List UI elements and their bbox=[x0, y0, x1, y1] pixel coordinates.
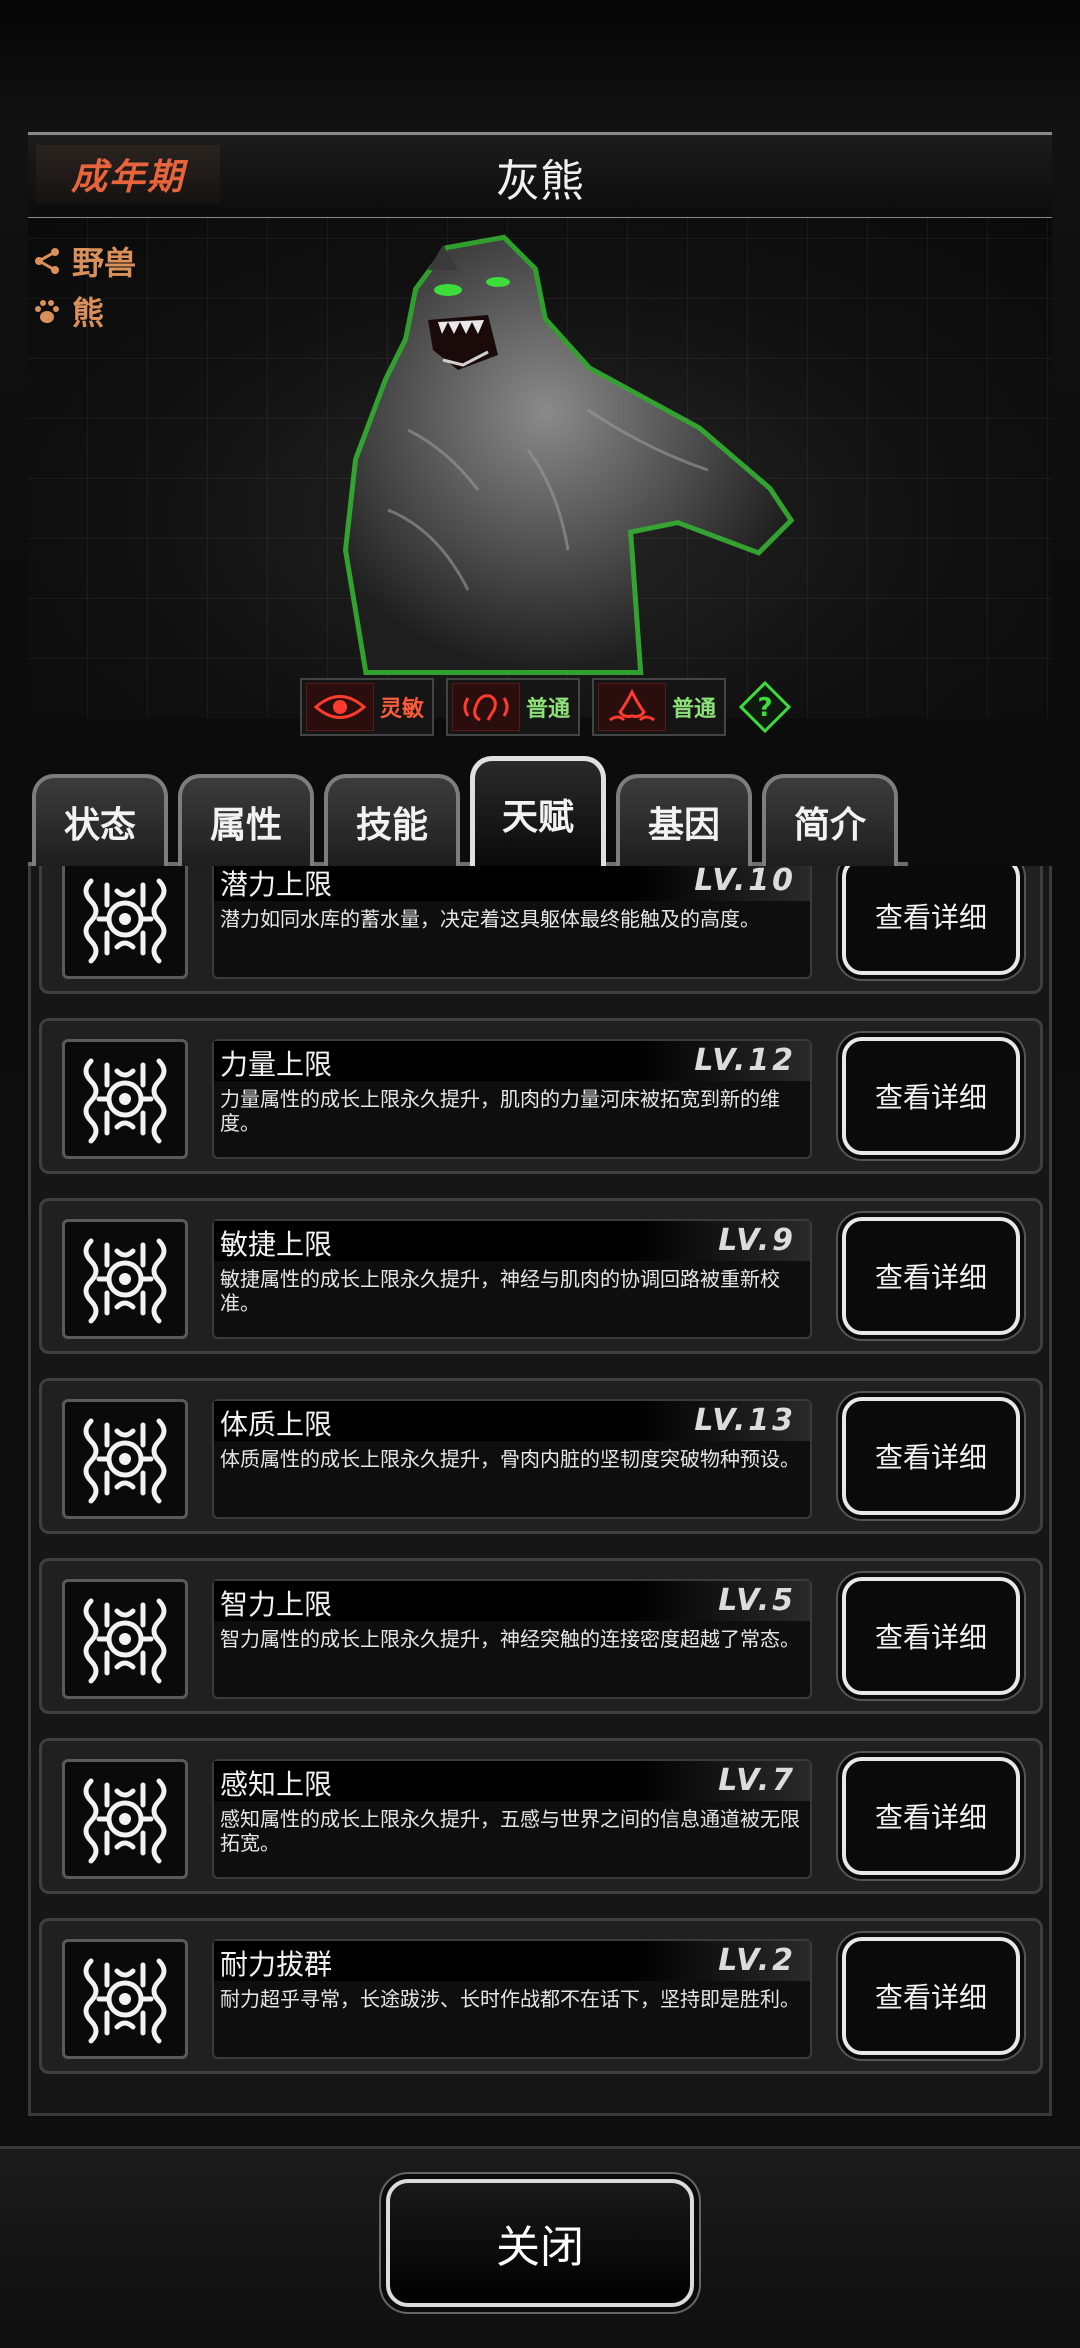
svg-text:?: ? bbox=[758, 693, 773, 723]
talent-rune-icon bbox=[62, 1039, 188, 1159]
footer-bar: 关闭 bbox=[0, 2146, 1080, 2348]
talent-info: 感知上限 LV.7 感知属性的成长上限永久提升，五感与世界之间的信息通道被无限拓… bbox=[212, 1759, 812, 1879]
tag-species: 熊 bbox=[32, 288, 104, 334]
talent-name: 潜力上限 bbox=[220, 868, 333, 901]
talent-info: 智力上限 LV.5 智力属性的成长上限永久提升，神经突触的连接密度超越了常态。 bbox=[212, 1579, 812, 1699]
talent-description: 体质属性的成长上限永久提升，骨肉内脏的坚韧度突破物种预设。 bbox=[220, 1447, 800, 1471]
talent-list: 潜力上限 LV.10 潜力如同水库的蓄水量，决定着这具躯体最终能触及的高度。 查… bbox=[39, 866, 1043, 2098]
talent-name: 感知上限 bbox=[220, 1768, 333, 1801]
talent-description: 敏捷属性的成长上限永久提升，神经与肌肉的协调回路被重新校准。 bbox=[220, 1267, 780, 1315]
talent-info: 敏捷上限 LV.9 敏捷属性的成长上限永久提升，神经与肌肉的协调回路被重新校准。 bbox=[212, 1219, 812, 1339]
talent-level: LV.5 bbox=[718, 1583, 796, 1618]
tab-bar: 状态 属性 技能 天赋 基因 简介 bbox=[28, 756, 1052, 866]
talent-rune-icon bbox=[62, 1759, 188, 1879]
sense-level: 普通 bbox=[526, 697, 571, 722]
eye-icon bbox=[306, 683, 374, 731]
talent-info: 力量上限 LV.12 力量属性的成长上限永久提升，肌肉的力量河床被拓宽到新的维度… bbox=[212, 1039, 812, 1159]
talent-rune-icon bbox=[62, 866, 188, 979]
talent-name: 智力上限 bbox=[220, 1588, 333, 1621]
talent-level: LV.7 bbox=[718, 1763, 796, 1798]
talent-description: 力量属性的成长上限永久提升，肌肉的力量河床被拓宽到新的维度。 bbox=[220, 1087, 780, 1135]
view-details-button[interactable]: 查看详细 bbox=[842, 1397, 1020, 1515]
view-details-button[interactable]: 查看详细 bbox=[842, 1217, 1020, 1335]
talent-description: 感知属性的成长上限永久提升，五感与世界之间的信息通道被无限拓宽。 bbox=[220, 1807, 800, 1855]
talent-item: 感知上限 LV.7 感知属性的成长上限永久提升，五感与世界之间的信息通道被无限拓… bbox=[39, 1738, 1043, 1894]
sense-smell[interactable]: 普通 bbox=[592, 678, 727, 736]
sense-hearing[interactable]: 普通 bbox=[446, 678, 581, 736]
tag-label: 熊 bbox=[72, 294, 105, 332]
talent-name: 体质上限 bbox=[220, 1408, 333, 1441]
tag-category: 野兽 bbox=[32, 238, 136, 284]
header-bar: 成年期 灰熊 bbox=[28, 132, 1052, 220]
tab-profile[interactable]: 简介 bbox=[762, 774, 898, 866]
talent-name: 敏捷上限 bbox=[220, 1228, 333, 1261]
tab-skills[interactable]: 技能 bbox=[324, 774, 460, 866]
creature-name: 灰熊 bbox=[496, 156, 584, 207]
talent-rune-icon bbox=[62, 1939, 188, 2059]
talent-rune-icon bbox=[62, 1399, 188, 1519]
talent-level: LV.2 bbox=[718, 1943, 796, 1978]
tab-talents[interactable]: 天赋 bbox=[470, 756, 606, 866]
grizzly-bear-image bbox=[342, 234, 795, 675]
talent-info: 体质上限 LV.13 体质属性的成长上限永久提升，骨肉内脏的坚韧度突破物种预设。 bbox=[212, 1399, 812, 1519]
talent-rune-icon bbox=[62, 1219, 188, 1339]
talent-description: 智力属性的成长上限永久提升，神经突触的连接密度超越了常态。 bbox=[220, 1627, 800, 1651]
branch-icon bbox=[35, 248, 59, 274]
tab-attributes[interactable]: 属性 bbox=[178, 774, 314, 866]
talent-description: 潜力如同水库的蓄水量，决定着这具躯体最终能触及的高度。 bbox=[220, 907, 760, 931]
talent-item: 智力上限 LV.5 智力属性的成长上限永久提升，神经突触的连接密度超越了常态。 … bbox=[39, 1558, 1043, 1714]
close-button[interactable]: 关闭 bbox=[386, 2179, 694, 2307]
talent-rune-icon bbox=[62, 1579, 188, 1699]
talent-item: 体质上限 LV.13 体质属性的成长上限永久提升，骨肉内脏的坚韧度突破物种预设。… bbox=[39, 1378, 1043, 1534]
creature-portrait: 野兽 熊 bbox=[28, 218, 1052, 718]
view-details-button[interactable]: 查看详细 bbox=[842, 1937, 1020, 2055]
talent-description: 耐力超乎寻常，长途跋涉、长时作战都不在话下，坚持即是胜利。 bbox=[220, 1987, 800, 2011]
ear-icon bbox=[452, 683, 521, 731]
sense-vision[interactable]: 灵敏 bbox=[300, 678, 435, 736]
view-details-button[interactable]: 查看详细 bbox=[842, 1577, 1020, 1695]
view-details-button[interactable]: 查看详细 bbox=[842, 866, 1020, 975]
talent-level: LV.13 bbox=[694, 1403, 796, 1438]
talent-info: 潜力上限 LV.10 潜力如同水库的蓄水量，决定着这具躯体最终能触及的高度。 bbox=[212, 866, 812, 979]
talent-level: LV.10 bbox=[694, 866, 796, 898]
paw-icon bbox=[35, 300, 59, 323]
tab-genes[interactable]: 基因 bbox=[616, 774, 752, 866]
talent-item: 潜力上限 LV.10 潜力如同水库的蓄水量，决定着这具躯体最终能触及的高度。 查… bbox=[39, 866, 1043, 994]
sense-level: 灵敏 bbox=[380, 697, 425, 722]
tab-status[interactable]: 状态 bbox=[32, 774, 168, 866]
talent-info: 耐力拔群 LV.2 耐力超乎寻常，长途跋涉、长时作战都不在话下，坚持即是胜利。 bbox=[212, 1939, 812, 2059]
help-icon[interactable]: ? bbox=[738, 680, 792, 734]
talent-item: 敏捷上限 LV.9 敏捷属性的成长上限永久提升，神经与肌肉的协调回路被重新校准。… bbox=[39, 1198, 1043, 1354]
talent-item: 耐力拔群 LV.2 耐力超乎寻常，长途跋涉、长时作战都不在话下，坚持即是胜利。 … bbox=[39, 1918, 1043, 2074]
view-details-button[interactable]: 查看详细 bbox=[842, 1037, 1020, 1155]
talent-level: LV.9 bbox=[718, 1223, 796, 1258]
talent-name: 耐力拔群 bbox=[220, 1948, 333, 1981]
nose-icon bbox=[598, 683, 667, 731]
talent-level: LV.12 bbox=[694, 1043, 796, 1078]
talent-list-panel[interactable]: 潜力上限 LV.10 潜力如同水库的蓄水量，决定着这具躯体最终能触及的高度。 查… bbox=[28, 866, 1052, 2116]
senses-bar: 灵敏 普通 普通 ? bbox=[300, 678, 792, 736]
view-details-button[interactable]: 查看详细 bbox=[842, 1757, 1020, 1875]
talent-name: 力量上限 bbox=[220, 1048, 333, 1081]
tag-label: 野兽 bbox=[72, 244, 137, 282]
talent-item: 力量上限 LV.12 力量属性的成长上限永久提升，肌肉的力量河床被拓宽到新的维度… bbox=[39, 1018, 1043, 1174]
sense-level: 普通 bbox=[672, 697, 717, 722]
